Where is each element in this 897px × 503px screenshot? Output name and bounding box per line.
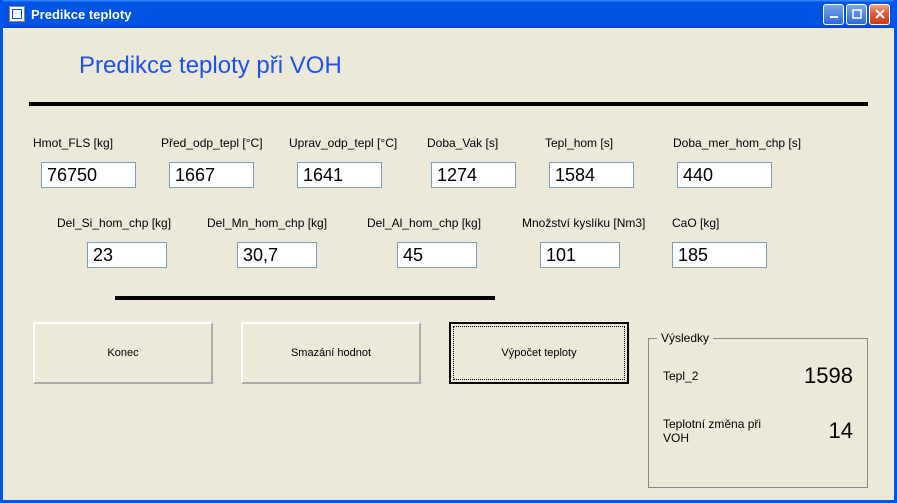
input-hmot-fls[interactable] <box>41 162 136 188</box>
vypocet-button[interactable]: Výpočet teploty <box>449 322 629 384</box>
input-cao[interactable] <box>672 242 767 268</box>
app-window: Predikce teploty Predikce teploty při VO… <box>0 0 897 503</box>
client-area: Predikce teploty při VOH Hmot_FLS [kg] P… <box>3 28 894 500</box>
field-uprav-odp-tepl: Uprav_odp_tepl [°C] <box>289 136 427 188</box>
input-doba-vak[interactable] <box>431 162 516 188</box>
label-pred-odp-tepl: Před_odp_tepl [°C] <box>161 136 289 150</box>
label-uprav-odp-tepl: Uprav_odp_tepl [°C] <box>289 136 427 150</box>
input-row-1: Hmot_FLS [kg] Před_odp_tepl [°C] Uprav_o… <box>33 136 874 188</box>
field-del-mn: Del_Mn_hom_chp [kg] <box>207 216 367 268</box>
minimize-button[interactable] <box>823 4 844 25</box>
close-icon <box>874 8 886 20</box>
result-tepl2-label: Tepl_2 <box>663 369 698 383</box>
window-controls <box>823 4 890 25</box>
app-icon <box>9 6 25 22</box>
label-del-al: Del_Al_hom_chp [kg] <box>367 216 522 230</box>
konec-button[interactable]: Konec <box>33 322 213 384</box>
input-del-si[interactable] <box>87 242 167 268</box>
maximize-icon <box>851 8 863 20</box>
titlebar: Predikce teploty <box>3 0 894 28</box>
field-del-al: Del_Al_hom_chp [kg] <box>367 216 522 268</box>
maximize-button[interactable] <box>846 4 867 25</box>
field-doba-mer-hom-chp: Doba_mer_hom_chp [s] <box>673 136 821 188</box>
input-row-2: Del_Si_hom_chp [kg] Del_Mn_hom_chp [kg] … <box>57 216 874 268</box>
label-cao: CaO [kg] <box>672 216 802 230</box>
result-tepl2: Tepl_2 1598 <box>663 363 853 389</box>
input-del-al[interactable] <box>397 242 477 268</box>
input-doba-mer-hom-chp[interactable] <box>677 162 772 188</box>
field-pred-odp-tepl: Před_odp_tepl [°C] <box>161 136 289 188</box>
input-pred-odp-tepl[interactable] <box>169 162 254 188</box>
field-doba-vak: Doba_Vak [s] <box>427 136 545 188</box>
field-mnozstvi-kysliku: Množství kyslíku [Nm3] <box>522 216 672 268</box>
result-tepl-zmena: Teplotní změna při VOH 14 <box>663 417 853 445</box>
result-tepl2-value: 1598 <box>804 363 853 389</box>
divider-mid <box>115 296 495 300</box>
result-tepl-zmena-label: Teplotní změna při VOH <box>663 417 763 445</box>
field-del-si: Del_Si_hom_chp [kg] <box>57 216 207 268</box>
input-mnozstvi-kysliku[interactable] <box>540 242 620 268</box>
smazani-button[interactable]: Smazání hodnot <box>241 322 421 384</box>
window-title: Predikce teploty <box>31 7 823 22</box>
label-doba-mer-hom-chp: Doba_mer_hom_chp [s] <box>673 136 821 150</box>
minimize-icon <box>828 8 840 20</box>
field-tepl-hom: Tepl_hom [s] <box>545 136 673 188</box>
divider-top <box>29 102 868 106</box>
page-title: Predikce teploty při VOH <box>79 52 874 80</box>
results-group: Výsledky Tepl_2 1598 Teplotní změna při … <box>648 338 868 488</box>
label-tepl-hom: Tepl_hom [s] <box>545 136 673 150</box>
label-mnozstvi-kysliku: Množství kyslíku [Nm3] <box>522 216 672 230</box>
input-tepl-hom[interactable] <box>549 162 634 188</box>
field-hmot-fls: Hmot_FLS [kg] <box>33 136 161 188</box>
label-doba-vak: Doba_Vak [s] <box>427 136 545 150</box>
label-hmot-fls: Hmot_FLS [kg] <box>33 136 161 150</box>
close-button[interactable] <box>869 4 890 25</box>
button-row: Konec Smazání hodnot Výpočet teploty <box>33 322 629 384</box>
results-legend: Výsledky <box>657 331 713 345</box>
result-tepl-zmena-value: 14 <box>829 418 853 444</box>
field-cao: CaO [kg] <box>672 216 802 268</box>
input-uprav-odp-tepl[interactable] <box>297 162 382 188</box>
input-del-mn[interactable] <box>237 242 317 268</box>
label-del-mn: Del_Mn_hom_chp [kg] <box>207 216 367 230</box>
label-del-si: Del_Si_hom_chp [kg] <box>57 216 207 230</box>
